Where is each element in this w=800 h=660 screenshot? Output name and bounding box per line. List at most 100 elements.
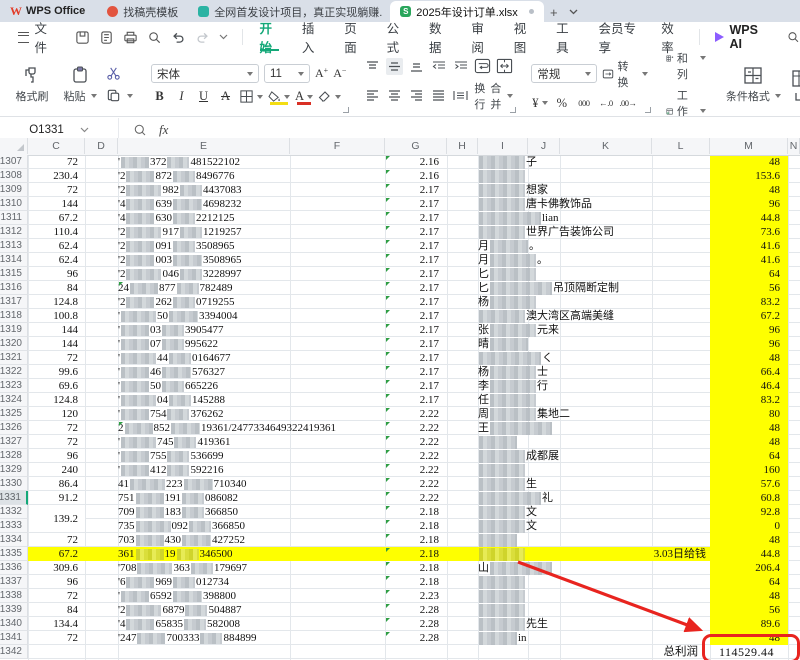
cell-col-g[interactable] — [385, 645, 443, 659]
menu-item[interactable]: 视图 — [503, 22, 545, 55]
cell-col-k[interactable] — [560, 239, 708, 253]
cell-col-k[interactable] — [560, 169, 708, 183]
paste-button[interactable]: 粘贴 — [58, 65, 102, 104]
cell-col-c[interactable]: 96 — [28, 575, 85, 589]
cut-button[interactable] — [106, 66, 133, 81]
cell-col-c[interactable]: 96 — [28, 449, 85, 463]
cell-col-g[interactable]: 2.17 — [385, 225, 443, 239]
cell-col-k[interactable] — [560, 365, 708, 379]
column-header-K[interactable]: K — [560, 138, 652, 154]
row-header[interactable]: 1336 — [0, 561, 28, 575]
cell-col-k[interactable] — [560, 575, 708, 589]
menu-item[interactable]: 会员专享 — [587, 22, 650, 55]
font-name-select[interactable]: 宋体 — [151, 64, 259, 83]
cell-col-g[interactable]: 2.28 — [385, 631, 443, 645]
cell-col-c[interactable]: 134.4 — [28, 617, 85, 631]
cell-col-i[interactable]: 杨士 — [478, 365, 548, 379]
alignment-group-expander[interactable] — [510, 107, 517, 113]
cell-col-m[interactable]: 48 — [710, 183, 788, 197]
cell-col-k[interactable] — [560, 155, 708, 169]
cell-col-m[interactable]: 83.2 — [710, 393, 788, 407]
row-header[interactable]: 1324 — [0, 393, 28, 407]
row-header[interactable]: 1333 — [0, 519, 28, 533]
cell-col-k[interactable] — [560, 337, 708, 351]
cell-col-e[interactable]: '2 262 0719255 — [118, 295, 618, 309]
quick-access-chevron-icon[interactable] — [219, 34, 228, 40]
cell-col-e[interactable]: 361 19 346500 — [118, 547, 618, 561]
cell-col-c[interactable]: 120 — [28, 407, 85, 421]
cell-col-c[interactable]: 230.4 — [28, 169, 85, 183]
cell-col-c[interactable]: 100.8 — [28, 309, 85, 323]
row-header[interactable]: 1311 — [0, 211, 28, 225]
menu-item[interactable]: 数据 — [418, 22, 460, 55]
cell-col-m[interactable]: 89.6 — [710, 617, 788, 631]
doc-tab-template-store[interactable]: 找稿壳模板 — [97, 1, 188, 22]
row-header[interactable]: 1330 — [0, 477, 28, 491]
cell-col-i[interactable] — [478, 603, 526, 617]
cell-col-m[interactable]: 64 — [710, 449, 788, 463]
cell-col-k[interactable] — [560, 183, 708, 197]
row-header[interactable]: 1308 — [0, 169, 28, 183]
borders-button[interactable] — [239, 88, 263, 105]
cell-col-g[interactable]: 2.18 — [385, 547, 443, 561]
cell-col-c[interactable]: 84 — [28, 603, 85, 617]
cell-col-e[interactable]: '2 872 8496776 — [118, 169, 618, 183]
increase-indent-button[interactable] — [452, 58, 469, 75]
cell-col-k[interactable] — [560, 323, 708, 337]
cell-col-k[interactable] — [560, 309, 708, 323]
column-header-M[interactable]: M — [710, 138, 788, 154]
font-group-expander[interactable] — [343, 107, 350, 113]
cell-col-e[interactable]: ' 07 995622 — [118, 337, 618, 351]
cell-col-c[interactable]: 309.6 — [28, 561, 85, 575]
cell-col-g[interactable]: 2.17 — [385, 309, 443, 323]
cell-col-c[interactable]: 72 — [28, 351, 85, 365]
column-header-N[interactable]: N — [788, 138, 800, 154]
align-right-button[interactable] — [408, 87, 425, 104]
cell-col-k[interactable] — [560, 253, 708, 267]
cell-col-g[interactable]: 2.22 — [385, 477, 443, 491]
cell-col-g[interactable]: 2.17 — [385, 365, 443, 379]
cell-col-g[interactable]: 2.17 — [385, 379, 443, 393]
cell-col-m[interactable]: 48 — [710, 631, 788, 645]
row-header[interactable]: 1329 — [0, 463, 28, 477]
cell-col-k[interactable] — [560, 617, 708, 631]
cell-col-m[interactable]: 44.8 — [710, 211, 788, 225]
cell-col-m[interactable]: 80 — [710, 407, 788, 421]
menu-item[interactable]: 页面 — [333, 22, 375, 55]
cell-col-g[interactable]: 2.17 — [385, 253, 443, 267]
cell-col-g[interactable]: 2.16 — [385, 169, 443, 183]
cell-col-c[interactable]: 139.2 — [28, 505, 85, 532]
fill-color-button[interactable] — [268, 88, 290, 105]
cell-col-g[interactable]: 2.17 — [385, 323, 443, 337]
row-header[interactable]: 1326 — [0, 421, 28, 435]
cell-col-k[interactable] — [560, 561, 708, 575]
cell-col-k[interactable] — [560, 435, 708, 449]
cell-col-i[interactable]: 月。 — [478, 239, 540, 253]
cell-col-m[interactable]: 66.4 — [710, 365, 788, 379]
align-top-button[interactable] — [364, 58, 381, 75]
cell-col-i[interactable]: く — [478, 351, 553, 365]
cell-col-i[interactable]: 礼 — [478, 491, 553, 505]
cell-col-c[interactable]: 91.2 — [28, 491, 85, 505]
row-header[interactable]: 1312 — [0, 225, 28, 239]
cell-col-k[interactable] — [560, 603, 708, 617]
rows-columns-button[interactable]: 行和列 — [666, 52, 707, 82]
cell-col-e[interactable]: '2 091 3508965 — [118, 239, 618, 253]
print-icon[interactable] — [123, 30, 138, 45]
cell-col-m[interactable]: 46.4 — [710, 379, 788, 393]
cell-col-e[interactable]: 41 223 710340 — [118, 477, 618, 491]
clear-format-button[interactable] — [318, 88, 342, 105]
cell-col-i[interactable] — [478, 575, 526, 589]
wrap-text-icon[interactable] — [474, 58, 491, 75]
cell-col-g[interactable]: 2.18 — [385, 575, 443, 589]
undo-icon[interactable] — [171, 30, 186, 45]
menu-item[interactable]: 效率 — [650, 22, 692, 55]
cell-col-c[interactable]: 67.2 — [28, 547, 85, 561]
cell-col-c[interactable] — [28, 645, 85, 659]
row-header[interactable]: 1335 — [0, 547, 28, 561]
cell-col-g[interactable]: 2.17 — [385, 239, 443, 253]
cell-col-i[interactable]: 成都展 — [478, 449, 559, 463]
cell-col-m[interactable]: 0 — [710, 519, 788, 533]
cell-col-i[interactable] — [478, 435, 518, 449]
cell-col-i[interactable]: 周集地二 — [478, 407, 570, 421]
